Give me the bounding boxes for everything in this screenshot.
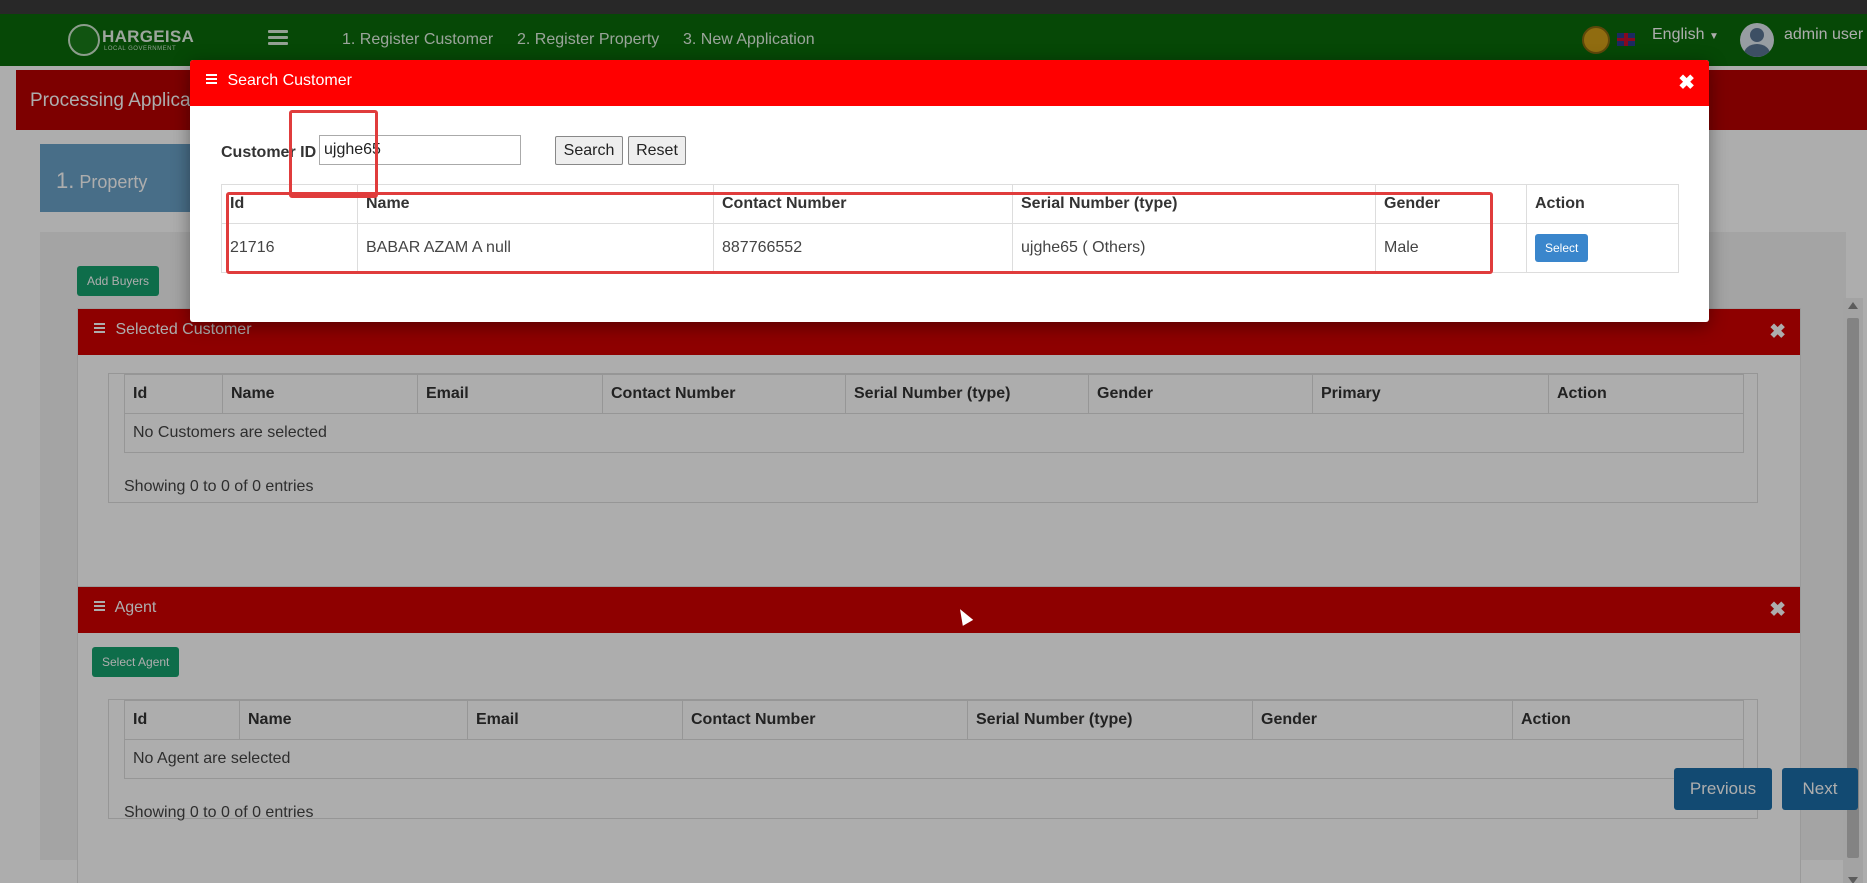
list-icon <box>206 73 217 84</box>
search-customer-modal: Search Customer ✖ Customer ID Search Res… <box>190 60 1709 322</box>
highlight-customer-id <box>289 110 378 198</box>
search-button[interactable]: Search <box>555 136 623 165</box>
cell-action: Select <box>1526 223 1679 273</box>
highlight-result-row <box>226 192 1493 274</box>
modal-header: Search Customer ✖ <box>190 60 1709 106</box>
close-icon[interactable]: ✖ <box>1678 70 1695 95</box>
select-customer-button[interactable]: Select <box>1535 234 1589 262</box>
modal-title: Search Customer <box>227 72 352 89</box>
column-header[interactable]: Action <box>1526 184 1679 224</box>
reset-button[interactable]: Reset <box>628 136 686 165</box>
